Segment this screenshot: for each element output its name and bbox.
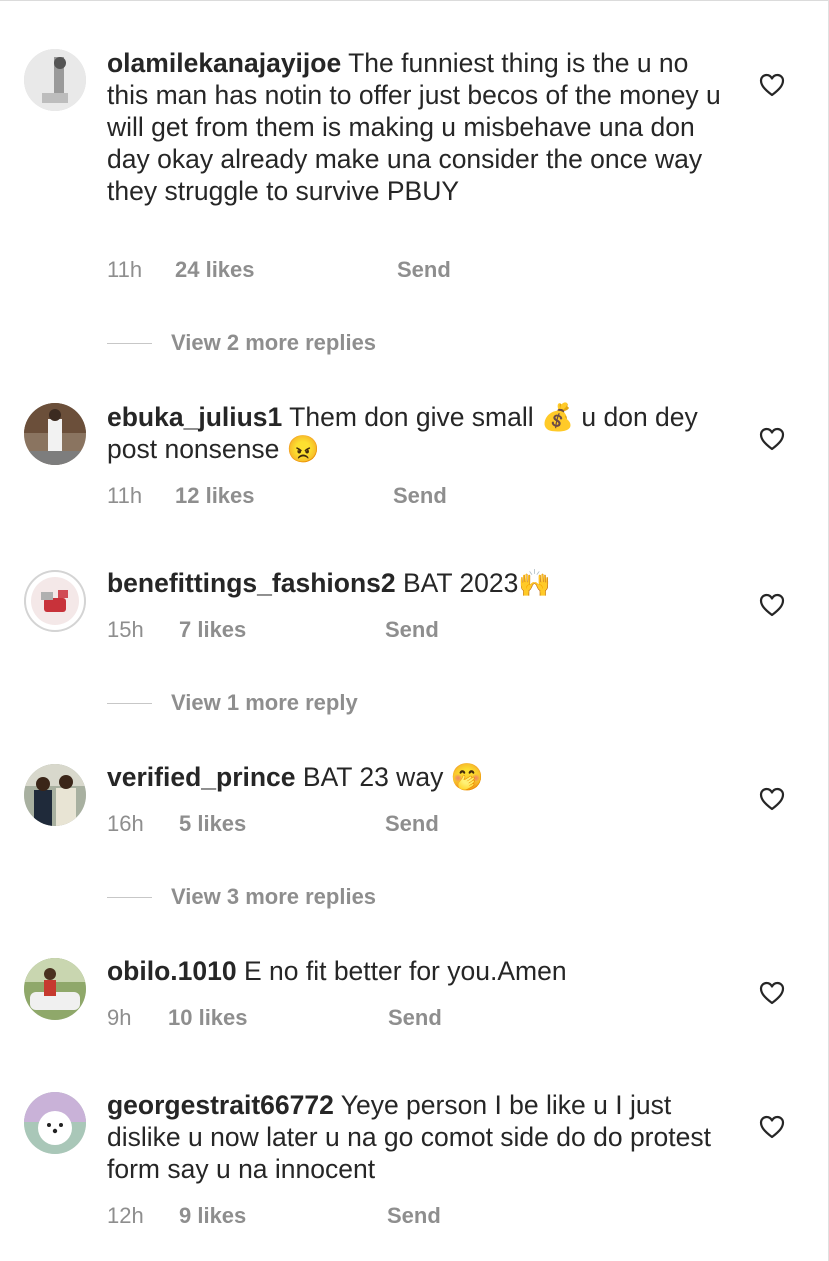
comment-body: verified_prince BAT 23 way 🤭 [107, 761, 722, 793]
comment-text: E no fit better for you.Amen [236, 956, 567, 986]
heart-icon[interactable] [759, 981, 785, 1005]
comment-time: 11h [107, 257, 143, 282]
comment-username[interactable]: obilo.1010 [107, 956, 237, 986]
comment-body: ebuka_julius1 Them don give small 💰 u do… [107, 401, 722, 465]
replies-divider [107, 703, 152, 704]
comment-username[interactable]: georgestrait66772 [107, 1090, 334, 1120]
comment-body: georgestrait66772 Yeye person I be like … [107, 1089, 722, 1185]
avatar[interactable] [24, 403, 86, 465]
send-button[interactable]: Send [385, 616, 439, 644]
avatar[interactable] [24, 764, 86, 826]
comment-text: BAT 2023🙌 [395, 568, 552, 598]
comment-body: benefittings_fashions2 BAT 2023🙌 [107, 567, 722, 599]
view-replies-label[interactable]: View 1 more reply [171, 689, 358, 717]
comment-likes[interactable]: 24 likes [175, 256, 255, 284]
comment-username[interactable]: verified_prince [107, 762, 296, 792]
replies-divider [107, 897, 152, 898]
comment-likes[interactable]: 7 likes [179, 616, 246, 644]
send-button[interactable]: Send [388, 1004, 442, 1032]
view-replies-label[interactable]: View 3 more replies [171, 883, 376, 911]
heart-icon[interactable] [759, 593, 785, 617]
comment-body: obilo.1010 E no fit better for you.Amen [107, 955, 722, 987]
heart-icon[interactable] [759, 1115, 785, 1139]
comment-time: 16h [107, 811, 144, 836]
send-button[interactable]: Send [385, 810, 439, 838]
comment-time: 12h [107, 1203, 144, 1228]
comment-body: olamilekanajayijoe The funniest thing is… [107, 47, 722, 207]
send-button[interactable]: Send [397, 256, 451, 284]
comment-likes[interactable]: 5 likes [179, 810, 246, 838]
avatar[interactable] [24, 958, 86, 1020]
comment-username[interactable]: olamilekanajayijoe [107, 48, 341, 78]
comment-username[interactable]: benefittings_fashions2 [107, 568, 396, 598]
heart-icon[interactable] [759, 427, 785, 451]
heart-icon[interactable] [759, 73, 785, 97]
top-divider [0, 0, 829, 5]
comment-likes[interactable]: 12 likes [175, 482, 255, 510]
comment-time: 9h [107, 1005, 132, 1030]
avatar[interactable] [24, 1092, 86, 1154]
avatar[interactable] [24, 49, 86, 111]
send-button[interactable]: Send [393, 482, 447, 510]
view-replies-label[interactable]: View 2 more replies [171, 329, 376, 357]
comment-time: 15h [107, 617, 144, 642]
heart-icon[interactable] [759, 787, 785, 811]
comment-likes[interactable]: 9 likes [179, 1202, 246, 1230]
comment-text: BAT 23 way 🤭 [295, 762, 484, 792]
comment-username[interactable]: ebuka_julius1 [107, 402, 282, 432]
comment-time: 11h [107, 483, 143, 508]
comment-likes[interactable]: 10 likes [168, 1004, 248, 1032]
replies-divider [107, 343, 152, 344]
send-button[interactable]: Send [387, 1202, 441, 1230]
avatar[interactable] [24, 570, 86, 632]
